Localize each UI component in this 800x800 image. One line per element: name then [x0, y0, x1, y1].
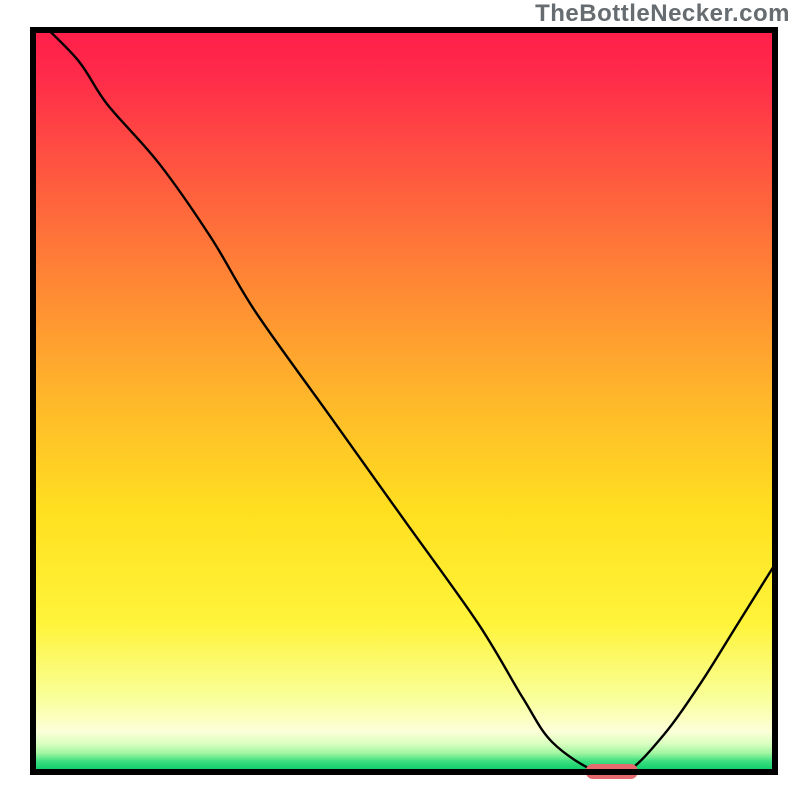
- chart-container: TheBottleNecker.com: [0, 0, 800, 800]
- plot-background: [33, 30, 775, 772]
- bottleneck-chart: [0, 0, 800, 800]
